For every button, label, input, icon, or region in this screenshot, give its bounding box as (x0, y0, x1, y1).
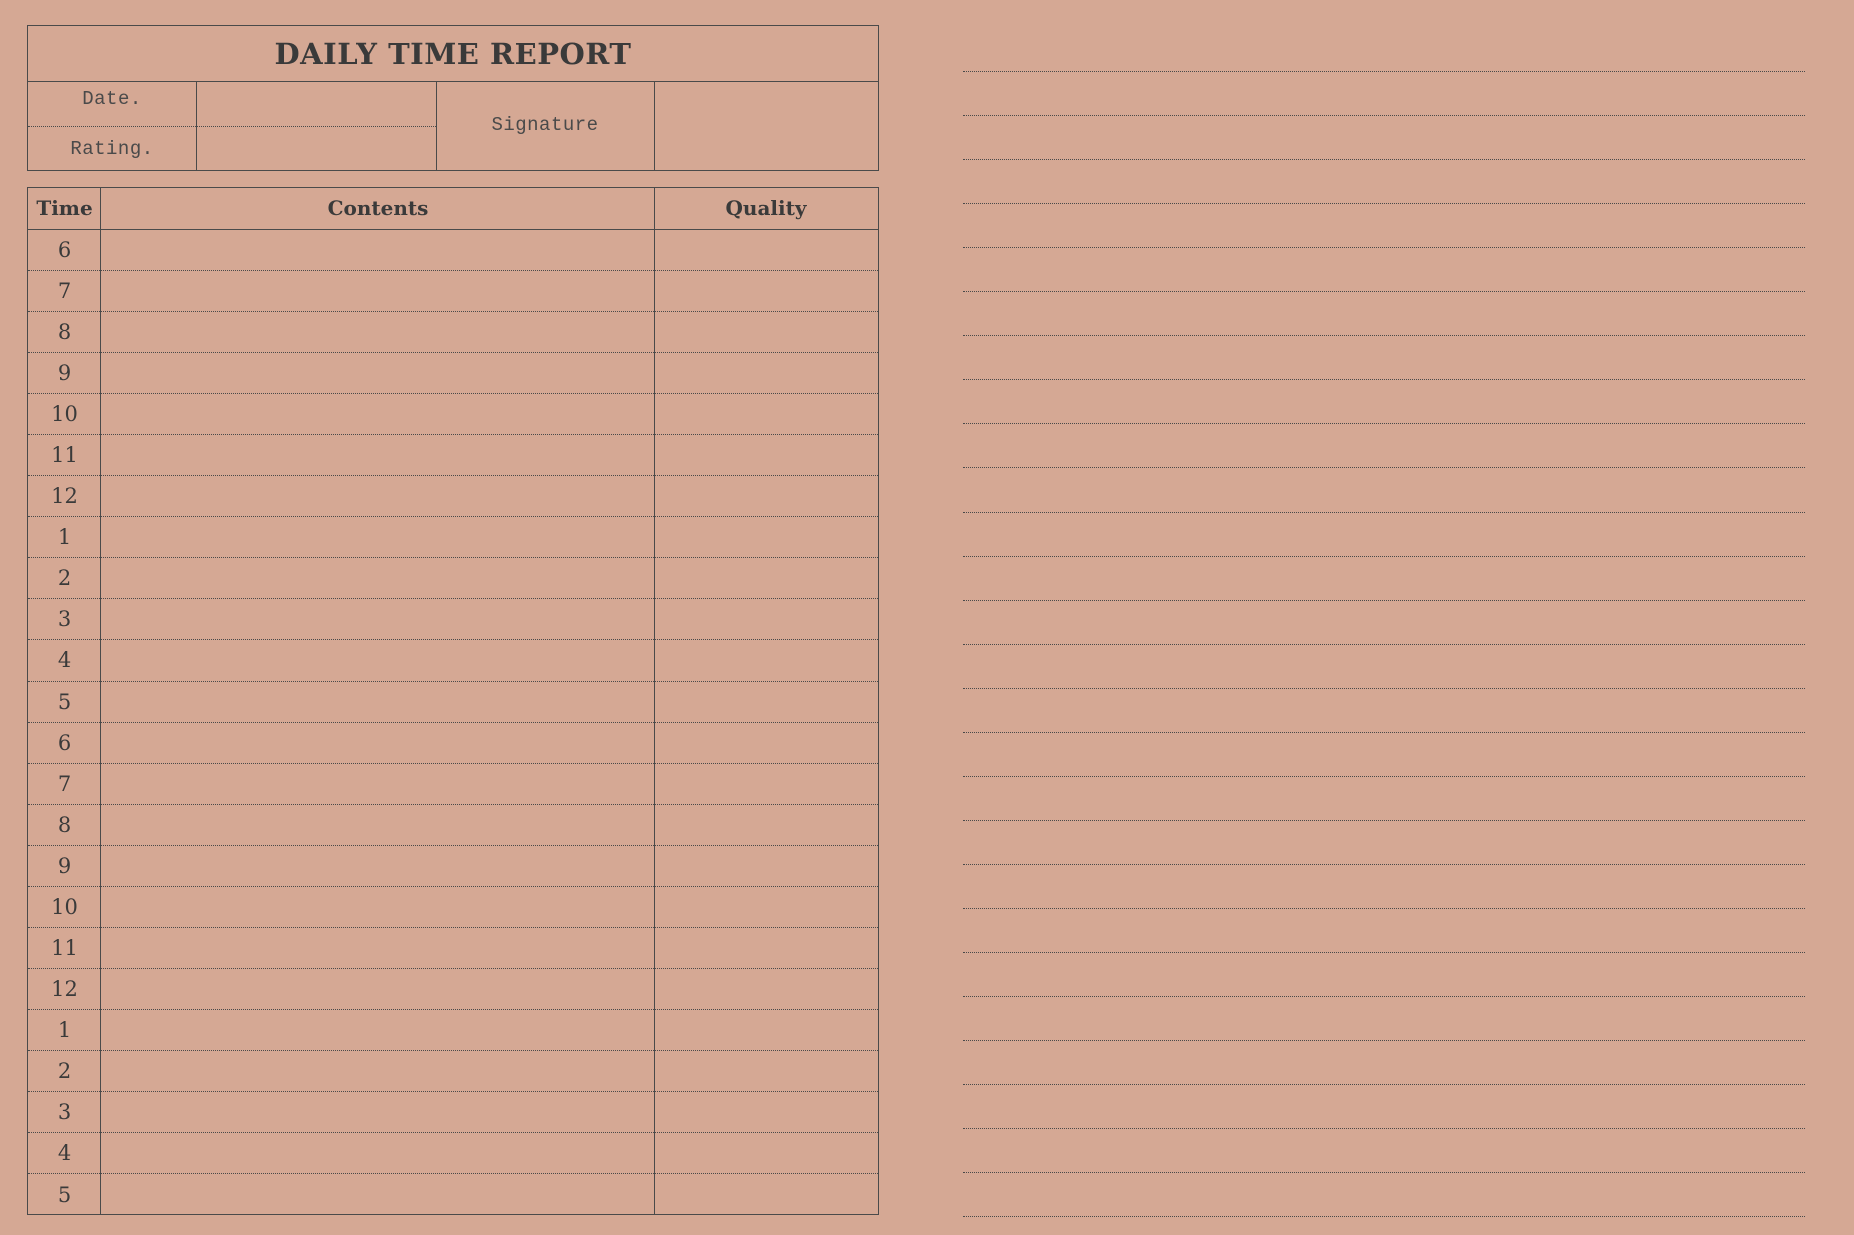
hour-label: 7 (57, 771, 72, 796)
report-title: DAILY TIME REPORT (28, 26, 878, 82)
note-line (963, 731, 1805, 733)
table-row: 7 (28, 271, 878, 313)
hour-label: 3 (57, 607, 72, 632)
table-row: 2 (28, 1051, 878, 1092)
hour-label: 11 (51, 443, 78, 468)
hour-label: 6 (57, 730, 72, 755)
table-row: 1 (28, 517, 878, 559)
hour-label: 10 (51, 402, 78, 427)
note-line (963, 599, 1805, 601)
table-rows: 6 7 8 9 10 11 12 1 2 3 4 5 6 7 8 9 10 11 12 1 2 3 4 5 (28, 230, 878, 1214)
note-line (963, 511, 1805, 513)
table-row: 6 (28, 230, 878, 272)
table-row: 8 (28, 312, 878, 354)
note-line (963, 1172, 1805, 1174)
note-line (963, 379, 1805, 381)
hour-label: 5 (57, 689, 72, 714)
table-row: 9 (28, 353, 878, 395)
table-row: 7 (28, 764, 878, 805)
date-label: Date. (82, 88, 142, 110)
table-row: 11 (28, 435, 878, 477)
table-row: 12 (28, 969, 878, 1010)
hour-label: 4 (57, 1141, 72, 1166)
hour-label: 9 (57, 853, 72, 878)
note-line (963, 467, 1805, 469)
table-header: Time Contents Quality (28, 188, 878, 230)
time-header: Time (36, 196, 93, 220)
note-line (963, 687, 1805, 689)
hour-label: 10 (51, 894, 78, 919)
hour-label: 8 (57, 320, 72, 345)
hour-label: 5 (57, 1182, 72, 1207)
note-line (963, 907, 1805, 909)
hour-label: 2 (57, 1058, 72, 1083)
table-row: 11 (28, 928, 878, 969)
table-row: 1 (28, 1010, 878, 1051)
table-row: 5 (28, 682, 878, 723)
note-line (963, 1084, 1805, 1086)
date-rating-divider (28, 126, 436, 127)
hour-label: 1 (57, 525, 72, 550)
note-line (963, 996, 1805, 998)
note-line (963, 1216, 1805, 1218)
note-line (963, 863, 1805, 865)
note-line (963, 159, 1805, 161)
hour-label: 1 (57, 1017, 72, 1042)
report-header: DAILY TIME REPORT Date. Rating. Signatur… (27, 25, 879, 171)
table-row: 4 (28, 1133, 878, 1175)
table-row: 2 (28, 558, 878, 600)
hour-label: 11 (51, 935, 78, 960)
note-line (963, 115, 1805, 117)
hour-label: 2 (57, 566, 72, 591)
note-line (963, 1128, 1805, 1130)
table-row: 8 (28, 805, 878, 846)
note-line (963, 1040, 1805, 1042)
note-line (963, 775, 1805, 777)
note-line (963, 819, 1805, 821)
signature-label: Signature (491, 114, 599, 136)
note-line (963, 555, 1805, 557)
table-row: 10 (28, 394, 878, 436)
hour-label: 9 (57, 361, 72, 386)
table-row: 3 (28, 1092, 878, 1134)
quality-header: Quality (725, 196, 807, 220)
contents-header: Contents (327, 196, 429, 220)
signature-divider (654, 82, 655, 170)
table-row: 12 (28, 476, 878, 518)
notes-area (963, 0, 1805, 1235)
hour-label: 12 (51, 484, 78, 509)
table-row: 10 (28, 887, 878, 928)
note-line (963, 203, 1805, 205)
note-line (963, 335, 1805, 337)
note-line (963, 71, 1805, 72)
hour-label: 8 (57, 812, 72, 837)
hour-label: 4 (57, 648, 72, 673)
hour-label: 12 (51, 976, 78, 1001)
report-meta: Date. Rating. Signature (28, 82, 878, 170)
hour-label: 3 (57, 1100, 72, 1124)
table-row: 5 (28, 1174, 878, 1215)
note-line (963, 643, 1805, 645)
rating-label: Rating. (70, 138, 154, 160)
table-row: 6 (28, 723, 878, 764)
label-divider (196, 82, 197, 170)
note-line (963, 423, 1805, 425)
table-row: 4 (28, 640, 878, 682)
note-line (963, 291, 1805, 293)
time-table: Time Contents Quality 6 7 8 9 10 11 12 1 2 3 4 5 6 7 8… (27, 187, 879, 1215)
table-row: 9 (28, 846, 878, 887)
hour-label: 7 (57, 279, 72, 304)
note-line (963, 247, 1805, 249)
table-row: 3 (28, 599, 878, 641)
note-line (963, 952, 1805, 953)
hour-label: 6 (57, 238, 72, 263)
